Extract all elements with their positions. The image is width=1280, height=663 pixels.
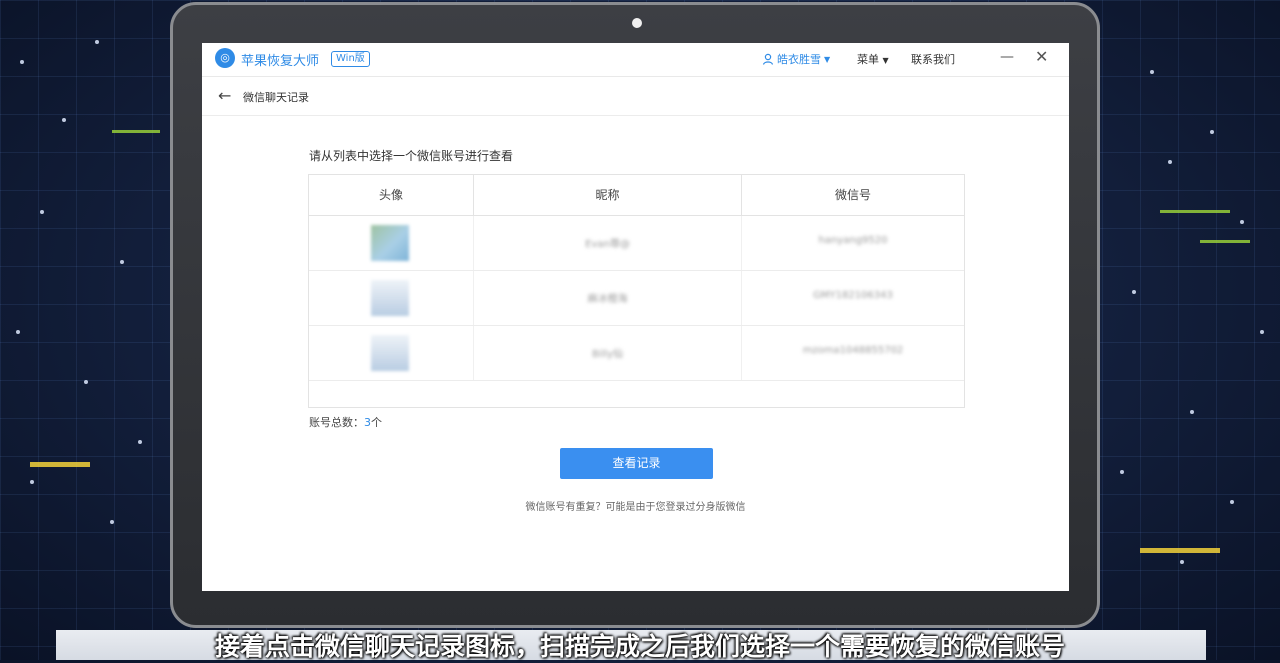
nickname-cell: 麻冰橙海 (587, 294, 628, 305)
contact-us-link[interactable]: 联系我们 (911, 51, 955, 67)
chevron-down-icon: ▼ (882, 56, 889, 65)
minimize-icon[interactable]: — (1000, 49, 1014, 65)
user-name: 皓衣胜雪 (777, 53, 821, 66)
column-header-avatar: 头像 (378, 188, 403, 202)
wechat-id-cell: hanyang9520 (818, 235, 888, 246)
account-count-value: 3 (364, 416, 371, 429)
column-header-nickname: 昵称 (595, 188, 620, 202)
back-arrow-icon[interactable]: ← (218, 88, 231, 104)
instruction-text: 请从列表中选择一个微信账号进行查看 (309, 149, 514, 163)
page-title: 微信聊天记录 (243, 91, 309, 104)
avatar (371, 280, 409, 316)
app-logo-icon: ◎ (215, 48, 235, 68)
account-count-unit: 个 (371, 416, 382, 429)
account-table: 头像 昵称 微信号 Evan尊@ hanyang9520 麻冰橙海 GMY182… (308, 174, 965, 408)
account-count-label: 账号总数： (309, 416, 364, 429)
version-badge: Win版 (331, 51, 370, 67)
wechat-id-cell: mzoma1048855702 (802, 345, 904, 356)
table-row[interactable]: Evan尊@ hanyang9520 (309, 216, 964, 271)
view-records-button[interactable]: 查看记录 (560, 448, 713, 479)
account-count: 账号总数：3个 (309, 414, 382, 430)
user-icon (762, 53, 774, 65)
duplicate-account-hint: 微信账号有重复？可能是由于您登录过分身版微信 (525, 502, 746, 513)
nickname-cell: Billy仙 (591, 349, 624, 360)
close-icon[interactable]: ✕ (1035, 47, 1048, 66)
table-row[interactable]: Billy仙 mzoma1048855702 (309, 326, 964, 381)
user-menu[interactable]: 皓衣胜雪 ▼ (762, 51, 830, 67)
avatar (371, 225, 409, 261)
nickname-cell: Evan尊@ (585, 239, 630, 250)
table-header: 头像 昵称 微信号 (309, 175, 964, 216)
app-window: ◎ 苹果恢复大师 Win版 皓衣胜雪 ▼ 菜单 ▼ 联系我们 — ✕ ← 微信聊… (202, 43, 1069, 591)
webcam (632, 18, 642, 28)
video-subtitle: 接着点击微信聊天记录图标，扫描完成之后我们选择一个需要恢复的微信账号 (214, 632, 1065, 661)
column-header-wechat-id: 微信号 (834, 188, 871, 202)
menu-label: 菜单 (857, 53, 879, 66)
page-header: ← 微信聊天记录 (202, 77, 1069, 116)
chevron-down-icon: ▼ (824, 54, 831, 64)
menu-button[interactable]: 菜单 ▼ (857, 51, 889, 67)
app-name: 苹果恢复大师 (241, 54, 320, 69)
title-bar: ◎ 苹果恢复大师 Win版 皓衣胜雪 ▼ 菜单 ▼ 联系我们 — ✕ (202, 43, 1069, 77)
table-row[interactable]: 麻冰橙海 GMY182106343 (309, 271, 964, 326)
wechat-id-cell: GMY182106343 (813, 290, 893, 301)
avatar (371, 335, 409, 371)
